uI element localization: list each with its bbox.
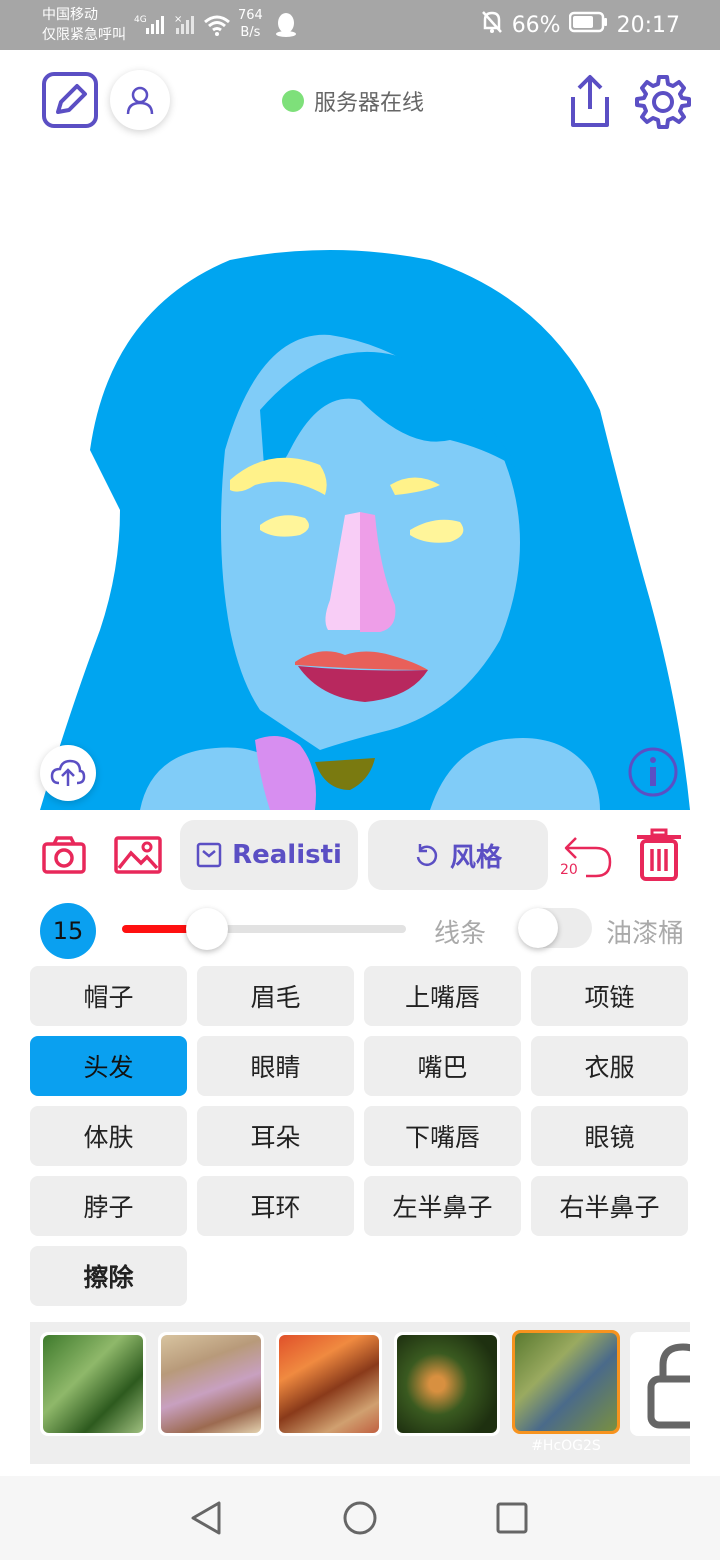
clock: 20:17 [616, 12, 680, 38]
system-nav-bar [0, 1476, 720, 1560]
network-speed: 764 B/s [238, 7, 263, 41]
undo-count: 20 [560, 862, 578, 878]
selected-style-tag: #HcOG2S [531, 1438, 601, 1454]
undo-button[interactable]: 20 [558, 826, 618, 884]
carrier-name: 中国移动 [42, 7, 98, 23]
info-icon [628, 747, 678, 797]
part-button[interactable]: 眼睛 [197, 1036, 354, 1096]
speed-value: 764 [238, 8, 263, 23]
style-thumbnail[interactable] [158, 1332, 264, 1436]
brush-size-value: 15 [40, 903, 96, 959]
delete-button[interactable] [632, 826, 686, 884]
camera-icon [42, 836, 86, 874]
gallery-button[interactable] [112, 832, 164, 878]
style-thumbnail-image [515, 1333, 617, 1431]
speed-unit: B/s [240, 25, 261, 40]
style-label: 风格 [449, 842, 502, 873]
svg-text:×: × [174, 14, 182, 25]
carrier-emergency: 仅限紧急呼叫 [42, 27, 126, 43]
recents-square-icon [496, 1502, 528, 1534]
style-thumbnail[interactable] [394, 1332, 500, 1436]
line-mode-label: 线条 [434, 919, 487, 949]
wifi-icon [202, 12, 232, 42]
part-selector-grid: 帽子 眉毛 上嘴唇 项链头发 眼睛 嘴巴 衣服体肤 耳朵 下嘴唇 眼镜脖子 耳环 左半鼻子 右半鼻子擦除 [30, 966, 690, 1306]
gear-icon [635, 75, 691, 129]
refresh-icon [416, 844, 438, 866]
trash-icon [637, 828, 681, 881]
share-icon [571, 75, 609, 127]
home-button[interactable] [340, 1498, 380, 1538]
part-button[interactable]: 眼镜 [531, 1106, 688, 1166]
user-profile-button[interactable] [110, 70, 170, 130]
part-button[interactable]: 头发 [30, 1036, 187, 1096]
checkbox-icon [196, 842, 222, 868]
qq-icon [274, 12, 298, 42]
part-button[interactable]: 脖子 [30, 1176, 187, 1236]
mode-label: Realisti [232, 840, 342, 870]
part-button[interactable]: 眉毛 [197, 966, 354, 1026]
pen-square-icon [42, 72, 98, 128]
part-button[interactable]: 上嘴唇 [364, 966, 521, 1026]
part-button[interactable]: 嘴巴 [364, 1036, 521, 1096]
upload-button[interactable] [40, 745, 96, 801]
battery-icon [568, 11, 609, 39]
server-status: 服务器在线 [282, 86, 424, 116]
drawing-canvas[interactable] [30, 150, 690, 810]
bucket-toggle[interactable] [518, 908, 592, 948]
back-triangle-icon [191, 1501, 221, 1535]
status-right: 66% 20:17 [480, 10, 680, 40]
toggle-knob [518, 908, 558, 948]
settings-button[interactable] [634, 72, 692, 130]
part-button[interactable]: 右半鼻子 [531, 1176, 688, 1236]
home-circle-icon [343, 1501, 377, 1535]
style-thumbnail-image [279, 1335, 379, 1433]
style-thumbnail[interactable] [276, 1332, 382, 1436]
camera-button[interactable] [40, 832, 88, 878]
part-button[interactable]: 耳环 [197, 1176, 354, 1236]
style-thumbnail-image [43, 1335, 143, 1433]
server-status-text: 服务器在线 [314, 91, 425, 116]
bucket-mode-label: 油漆桶 [606, 919, 685, 949]
image-icon [114, 836, 162, 874]
status-dot-icon [282, 90, 304, 112]
info-button[interactable] [626, 745, 680, 799]
brush-size-slider[interactable] [122, 925, 406, 933]
part-button[interactable]: 擦除 [30, 1246, 187, 1306]
back-button[interactable] [186, 1498, 226, 1538]
part-button[interactable]: 耳朵 [197, 1106, 354, 1166]
recents-button[interactable] [492, 1498, 532, 1538]
style-thumbnail-image [397, 1335, 497, 1433]
style-thumbnail[interactable] [40, 1332, 146, 1436]
battery-percent: 66% [511, 12, 561, 38]
part-button[interactable]: 体肤 [30, 1106, 187, 1166]
cloud-upload-icon [50, 759, 86, 786]
carrier-info: 中国移动 仅限紧急呼叫 [42, 5, 126, 45]
share-button[interactable] [564, 72, 616, 130]
mute-bell-icon [480, 9, 504, 41]
mode-select-button[interactable]: Realisti [180, 820, 358, 890]
signal-icon: 4G × [134, 12, 204, 42]
segmentation-drawing [40, 250, 690, 810]
part-button[interactable]: 帽子 [30, 966, 187, 1026]
slider-thumb[interactable] [186, 908, 229, 950]
style-thumbnail-selected[interactable] [512, 1330, 620, 1434]
status-bar: 中国移动 仅限紧急呼叫 4G × 764 B/s 66% 20:17 [0, 0, 720, 50]
edit-draw-button[interactable] [40, 70, 100, 130]
style-button[interactable]: 风格 [368, 820, 548, 890]
part-button[interactable]: 衣服 [531, 1036, 688, 1096]
network-type: 4G [134, 15, 147, 25]
lock-icon [647, 1343, 690, 1429]
style-thumbnail-locked[interactable] [630, 1332, 690, 1436]
user-icon [126, 86, 154, 115]
part-button[interactable]: 项链 [531, 966, 688, 1026]
part-button[interactable]: 下嘴唇 [364, 1106, 521, 1166]
part-button[interactable]: 左半鼻子 [364, 1176, 521, 1236]
style-thumbnail-image [161, 1335, 261, 1433]
